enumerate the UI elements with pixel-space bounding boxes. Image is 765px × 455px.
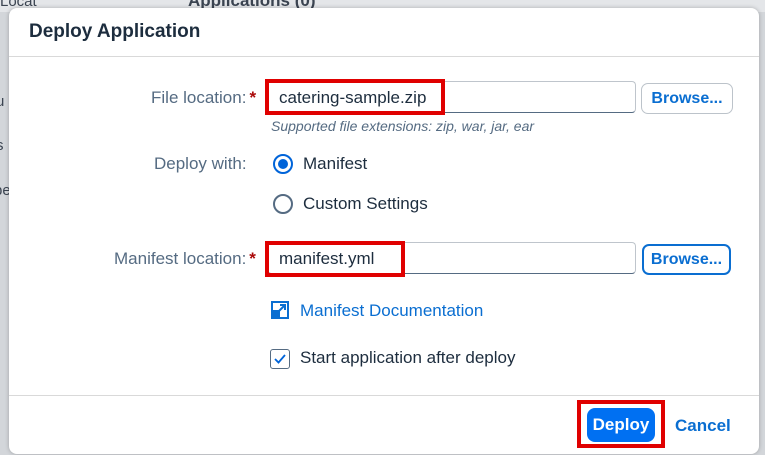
custom-settings-radio[interactable]	[273, 194, 293, 214]
manifest-radio[interactable]	[273, 154, 293, 174]
manifest-browse-button[interactable]: Browse...	[642, 244, 731, 275]
start-after-deploy-label[interactable]: Start application after deploy	[300, 348, 515, 368]
manifest-location-label: Manifest location: *	[114, 249, 256, 269]
deploy-application-dialog: Deploy Application File location: * cater…	[9, 8, 759, 454]
background-side-item: s	[0, 137, 4, 154]
file-extensions-hint: Supported file extensions: zip, war, jar…	[271, 118, 535, 134]
dialog-header: Deploy Application	[9, 8, 759, 57]
required-mark: *	[249, 88, 257, 107]
start-after-deploy-checkbox[interactable]	[270, 349, 290, 369]
manifest-documentation-link[interactable]: Manifest Documentation	[300, 301, 483, 321]
file-location-label: File location: *	[151, 88, 256, 108]
file-location-label-text: File location:	[151, 88, 247, 107]
deploy-button[interactable]: Deploy	[587, 408, 655, 442]
cancel-button[interactable]: Cancel	[675, 416, 731, 436]
file-location-input[interactable]: catering-sample.zip	[267, 81, 636, 113]
manifest-location-value: manifest.yml	[279, 249, 375, 268]
manifest-radio-label[interactable]: Manifest	[303, 154, 367, 174]
required-mark: *	[249, 249, 256, 268]
external-link-icon[interactable]	[270, 300, 290, 320]
background-side-item: u	[0, 93, 5, 110]
checkmark-icon	[274, 354, 286, 364]
deploy-with-label: Deploy with:	[154, 154, 247, 173]
dialog-footer: Deploy Cancel	[9, 395, 759, 454]
manifest-location-input[interactable]: manifest.yml	[267, 242, 636, 274]
manifest-location-label-text: Manifest location:	[114, 249, 247, 268]
file-browse-button[interactable]: Browse...	[641, 83, 733, 114]
custom-settings-radio-label[interactable]: Custom Settings	[303, 194, 428, 214]
dialog-title: Deploy Application	[29, 21, 201, 42]
file-location-value: catering-sample.zip	[279, 88, 427, 107]
